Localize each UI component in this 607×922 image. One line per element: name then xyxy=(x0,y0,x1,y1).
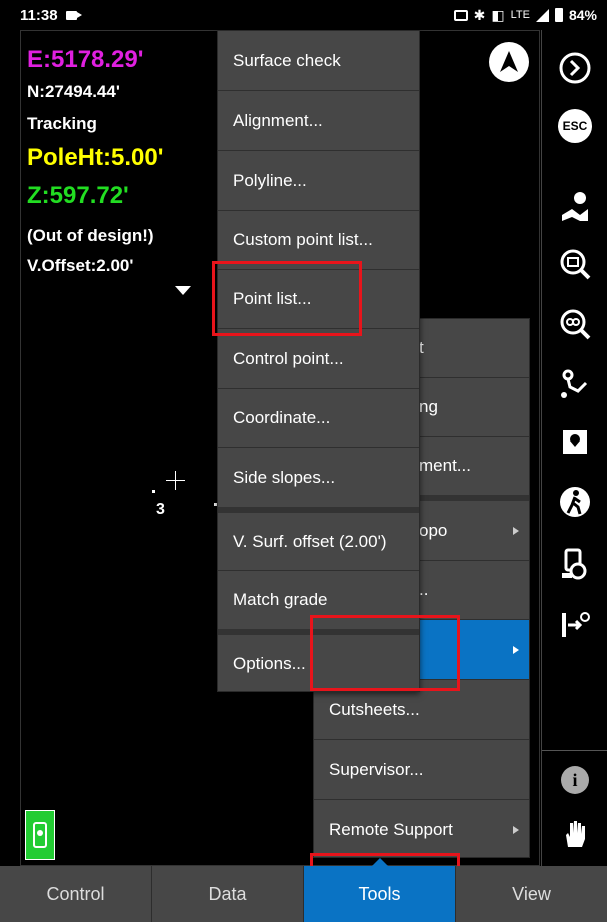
route-icon[interactable] xyxy=(551,360,599,408)
stakeout-icon[interactable] xyxy=(551,600,599,648)
mode-readout: Tracking xyxy=(27,114,97,133)
coordinate-item[interactable]: Coordinate... xyxy=(218,388,419,447)
submenu-arrow-icon xyxy=(513,526,519,535)
point-dot xyxy=(152,490,155,493)
battery-icon xyxy=(554,8,563,22)
map-pin-icon[interactable] xyxy=(551,182,599,230)
signal-icon xyxy=(535,8,549,22)
easting-readout: E:5178.29' xyxy=(27,46,144,73)
bluetooth-icon: ✱ xyxy=(473,6,486,23)
instrument-icon[interactable] xyxy=(551,540,599,588)
map-point-icon[interactable] xyxy=(551,418,599,466)
match-grade-item[interactable]: Match grade xyxy=(218,570,419,629)
app-screen: 11:38 ✱ ◧ LTE 84% E:5178.29' N:27494.44'… xyxy=(0,0,607,922)
esc-icon[interactable]: ESC xyxy=(551,102,599,150)
toolbar-divider xyxy=(542,750,607,751)
surface-check-item[interactable]: Surface check xyxy=(218,31,419,90)
tab-data[interactable]: Data xyxy=(152,866,304,922)
forward-icon[interactable] xyxy=(551,44,599,92)
options-item[interactable]: Options... xyxy=(218,629,419,693)
esc-label: ESC xyxy=(558,109,592,143)
zoom-extents-icon[interactable] xyxy=(551,240,599,288)
status-bar: 11:38 ✱ ◧ LTE 84% xyxy=(0,0,607,30)
right-toolbar: ESC i xyxy=(541,30,607,866)
control-point-item[interactable]: Control point... xyxy=(218,328,419,388)
network-label: LTE xyxy=(510,9,530,21)
tab-view[interactable]: View xyxy=(456,866,607,922)
crosshair-icon xyxy=(166,471,185,490)
alignment-item[interactable]: Alignment... xyxy=(218,90,419,150)
walk-icon[interactable] xyxy=(551,478,599,526)
status-time: 11:38 xyxy=(20,6,58,24)
zoom-fit-icon[interactable] xyxy=(551,300,599,348)
point-label: 3 xyxy=(156,501,165,518)
battery-level: 84% xyxy=(568,7,597,23)
v-offset-readout: V.Offset:2.00' xyxy=(27,256,134,275)
expand-arrow-icon[interactable] xyxy=(175,286,191,295)
vibrate-icon: ◧ xyxy=(491,6,505,23)
side-slopes-item[interactable]: Side slopes... xyxy=(218,447,419,507)
submenu-arrow-icon xyxy=(513,825,519,834)
navigate-icon[interactable] xyxy=(489,42,529,82)
video-icon xyxy=(65,10,82,20)
cast-icon xyxy=(453,9,468,21)
elevation-readout: Z:597.72' xyxy=(27,182,129,209)
submenu-arrow-icon xyxy=(513,645,519,654)
northing-readout: N:27494.44' xyxy=(27,82,120,101)
supervisor-item[interactable]: Supervisor... xyxy=(314,739,529,799)
submenu: Surface check Alignment... Polyline... C… xyxy=(217,30,420,692)
v-surf-offset-item[interactable]: V. Surf. offset (2.00') xyxy=(218,507,419,570)
polyline-item[interactable]: Polyline... xyxy=(218,150,419,210)
pole-height-readout: PoleHt:5.00' xyxy=(27,144,164,171)
point-list-item[interactable]: Point list... xyxy=(218,269,419,328)
bottom-nav: Control Data Tools View xyxy=(0,866,607,922)
tab-tools[interactable]: Tools xyxy=(304,866,456,922)
remote-support-item[interactable]: Remote Support xyxy=(314,799,529,859)
custom-point-list-item[interactable]: Custom point list... xyxy=(218,210,419,269)
design-status-readout: (Out of design!) xyxy=(27,226,154,245)
instrument-status-icon[interactable] xyxy=(25,810,55,860)
info-icon[interactable]: i xyxy=(551,756,599,804)
tab-control[interactable]: Control xyxy=(0,866,152,922)
hand-icon[interactable] xyxy=(551,810,599,858)
